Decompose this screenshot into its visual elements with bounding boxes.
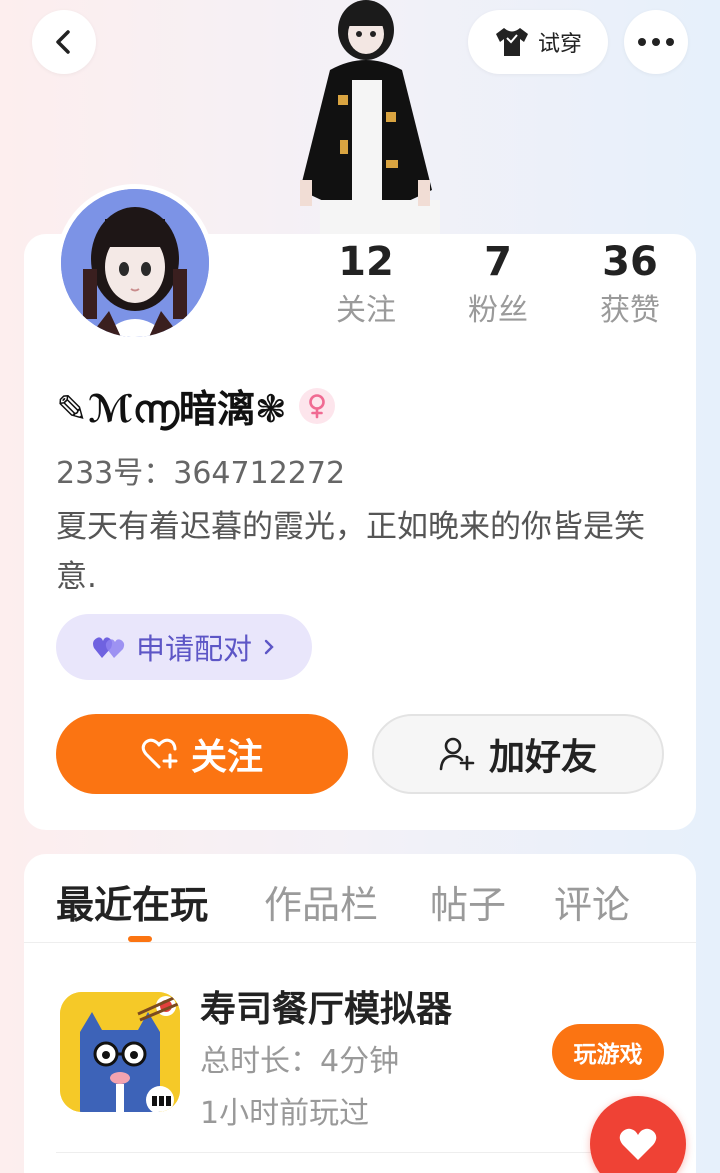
add-friend-label: 加好友: [488, 737, 597, 778]
stat-fans-value: 7: [484, 239, 512, 285]
try-on-button[interactable]: 试穿: [468, 10, 608, 74]
stat-fans[interactable]: 7 粉丝: [432, 236, 564, 334]
apply-pair-button[interactable]: 申请配对: [56, 614, 312, 680]
tab-works[interactable]: 作品栏: [264, 874, 378, 929]
tab-posts[interactable]: 帖子: [430, 874, 506, 929]
game-icon[interactable]: [60, 992, 180, 1112]
game-title[interactable]: 寿司餐厅模拟器: [200, 980, 452, 1032]
play-game-button[interactable]: 玩游戏: [552, 1024, 664, 1080]
nickname: ✎ℳ൬暗漓❃: [56, 387, 287, 431]
tshirt-icon: [495, 28, 528, 56]
avatar-portrait: [61, 189, 209, 337]
game-last-played: 1小时前玩过: [200, 1096, 370, 1131]
add-friend-button[interactable]: 加好友: [372, 714, 664, 794]
profile-stats: 12 关注 7 粉丝 36 获赞: [300, 236, 696, 334]
apply-pair-label: 申请配对: [135, 632, 252, 666]
avatar[interactable]: [56, 184, 214, 342]
heart-plus-icon: [141, 738, 178, 769]
chevron-left-icon: [56, 30, 70, 54]
stat-following-label: 关注: [336, 293, 396, 328]
tabs-divider: [24, 942, 696, 943]
bio: 夏天有着迟暮的霞光，正如晚来的你皆是笑意.: [56, 509, 645, 595]
add-user-icon: [439, 737, 475, 771]
female-icon: [298, 387, 335, 424]
stat-likes-value: 36: [602, 239, 658, 285]
nickname-row: ✎ℳ൬暗漓❃: [56, 378, 335, 433]
game-duration: 总时长：4分钟: [200, 1044, 400, 1079]
back-button[interactable]: [32, 10, 96, 74]
tab-recent-play[interactable]: 最近在玩: [56, 874, 208, 929]
follow-label: 关注: [190, 737, 263, 778]
more-button[interactable]: [624, 10, 688, 74]
user-id: 233号：364712272: [56, 456, 346, 491]
stat-fans-label: 粉丝: [468, 293, 528, 328]
cat-chef-icon: [60, 992, 180, 1112]
stat-following[interactable]: 12 关注: [300, 236, 432, 334]
more-dots-icon: [638, 38, 674, 46]
double-heart-icon: [92, 637, 125, 658]
tab-comments[interactable]: 评论: [554, 874, 630, 929]
chevron-right-icon: [264, 639, 274, 655]
stat-likes[interactable]: 36 获赞: [564, 236, 696, 334]
heart-icon: [619, 1128, 657, 1160]
list-divider: [56, 1152, 616, 1153]
character-figure: [300, 0, 440, 236]
follow-button[interactable]: 关注: [56, 714, 348, 794]
stat-likes-label: 获赞: [600, 293, 660, 328]
try-on-label: 试穿: [537, 32, 582, 57]
stat-following-value: 12: [338, 239, 394, 285]
